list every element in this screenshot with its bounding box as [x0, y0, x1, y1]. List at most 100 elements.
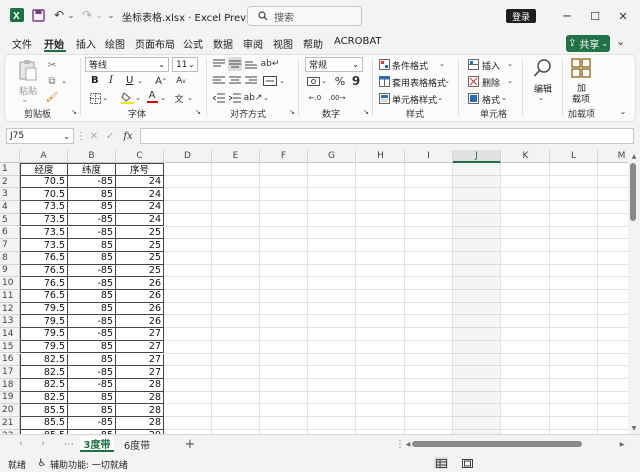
column-header-k[interactable]: K: [502, 150, 550, 163]
row-header[interactable]: 16: [0, 353, 20, 367]
phonetic-icon[interactable]: 文: [172, 92, 186, 105]
insert-cells-label[interactable]: 插入: [482, 59, 500, 72]
data-cell[interactable]: 76.5: [20, 264, 68, 278]
format-painter-icon[interactable]: 🖌: [46, 91, 59, 103]
wrap-text-icon[interactable]: ab↵: [261, 57, 280, 71]
redo-icon[interactable]: ↷: [80, 6, 94, 24]
share-button[interactable]: ⇪ 共享 ⌄: [566, 35, 610, 52]
normal-view-icon[interactable]: [434, 457, 448, 469]
splitter-icon[interactable]: ⋮: [76, 130, 86, 142]
row-header[interactable]: 1: [0, 163, 20, 176]
row-header[interactable]: 13: [0, 315, 20, 329]
row-header[interactable]: 18: [0, 378, 20, 392]
italic-button[interactable]: I: [109, 75, 113, 86]
row-header[interactable]: 21: [0, 417, 20, 430]
add-ins-label-line2[interactable]: 载项: [572, 92, 590, 105]
menu-formulas[interactable]: 公式: [183, 36, 203, 51]
cell-styles-icon[interactable]: [378, 92, 390, 104]
row-header[interactable]: 20: [0, 404, 20, 417]
data-cell[interactable]: 26: [116, 315, 164, 329]
data-cell[interactable]: 73.5: [20, 213, 68, 227]
menu-file[interactable]: 文件: [12, 36, 32, 51]
copy-dropdown-icon[interactable]: ⌄: [60, 75, 68, 87]
data-cell[interactable]: 24: [116, 188, 164, 202]
row-header[interactable]: 11: [0, 290, 20, 303]
insert-dropdown-icon[interactable]: ⌄: [506, 59, 514, 69]
menu-data[interactable]: 数据: [213, 36, 233, 51]
login-button[interactable]: 登录: [506, 9, 536, 23]
menu-help[interactable]: 帮助: [303, 36, 323, 51]
data-cell[interactable]: -85: [68, 315, 116, 329]
column-header-d[interactable]: D: [164, 150, 212, 163]
fill-color-icon[interactable]: [120, 92, 134, 104]
confirm-icon[interactable]: ✓: [104, 130, 116, 142]
orientation-dropdown-icon[interactable]: ⌄: [262, 93, 270, 103]
redo-dropdown-icon[interactable]: ⌄: [94, 6, 104, 24]
data-cell[interactable]: -85: [68, 264, 116, 278]
conditional-format-label[interactable]: 条件格式: [392, 59, 428, 72]
delete-cells-label[interactable]: 删除: [482, 76, 500, 89]
paste-dropdown-icon[interactable]: ⌄: [21, 95, 29, 105]
increase-indent-icon[interactable]: [228, 91, 242, 105]
collapse-ribbon-icon[interactable]: ⌄: [618, 106, 628, 116]
spreadsheet-grid[interactable]: A B C D E F G H I J K L M 1 2 3 4 5 6 7 8 9 10 11 12 13 14 15 16 17 18…: [0, 150, 628, 434]
delete-dropdown-icon[interactable]: ⌄: [506, 76, 514, 86]
next-sheet-icon[interactable]: ›: [38, 438, 48, 450]
scroll-right-icon[interactable]: ▶: [618, 438, 626, 450]
align-top-icon[interactable]: [212, 57, 226, 71]
orientation-icon[interactable]: ab↗: [244, 91, 263, 105]
sheet-menu-icon[interactable]: ⋯: [64, 438, 74, 450]
font-size-select[interactable]: 11 ⌄: [172, 57, 198, 72]
percent-button[interactable]: %: [334, 74, 346, 88]
data-cell[interactable]: 24: [116, 213, 164, 227]
merge-center-icon[interactable]: [262, 74, 278, 88]
alignment-launcher-icon[interactable]: ↘: [288, 108, 296, 116]
add-sheet-button[interactable]: +: [182, 436, 198, 452]
data-cell[interactable]: 28: [116, 378, 164, 392]
menu-page-layout[interactable]: 页面布局: [135, 36, 175, 51]
font-color-dropdown-icon[interactable]: ⌄: [159, 93, 167, 103]
font-color-icon[interactable]: A: [146, 90, 158, 104]
cut-icon[interactable]: ✂: [46, 59, 58, 71]
underline-dropdown-icon[interactable]: ⌄: [136, 76, 144, 86]
column-header-m[interactable]: M: [598, 150, 628, 163]
column-header-j[interactable]: J: [453, 150, 501, 163]
menu-view[interactable]: 视图: [273, 36, 293, 51]
borders-dropdown-icon[interactable]: ⌄: [101, 93, 109, 103]
format-as-table-dropdown-icon[interactable]: ⌄: [443, 76, 451, 86]
cancel-icon[interactable]: ✕: [88, 130, 100, 142]
data-cell[interactable]: 28: [116, 391, 164, 405]
data-cell[interactable]: 82.5: [20, 353, 68, 367]
number-launcher-icon[interactable]: ↘: [362, 108, 370, 116]
delete-cells-icon[interactable]: [467, 75, 479, 87]
row-header[interactable]: 19: [0, 391, 20, 405]
row-header[interactable]: 12: [0, 302, 20, 316]
borders-icon[interactable]: [89, 92, 101, 104]
page-layout-view-icon[interactable]: [460, 457, 474, 469]
data-cell[interactable]: 27: [116, 328, 164, 341]
undo-dropdown-icon[interactable]: ⌄: [66, 6, 76, 24]
column-header-c[interactable]: C: [116, 150, 164, 163]
data-cell[interactable]: 79.5: [20, 315, 68, 329]
row-header[interactable]: 8: [0, 251, 20, 265]
decrease-decimal-icon[interactable]: .00→: [328, 91, 346, 105]
decrease-indent-icon[interactable]: [212, 91, 226, 105]
data-cell[interactable]: -85: [68, 213, 116, 227]
data-cell[interactable]: 76.5: [20, 251, 68, 265]
data-cell[interactable]: 24: [116, 201, 164, 214]
data-cell[interactable]: 26: [116, 290, 164, 303]
data-cell[interactable]: 73.5: [20, 226, 68, 240]
column-header-a[interactable]: A: [20, 150, 68, 163]
align-center-icon[interactable]: [228, 74, 242, 88]
data-cell[interactable]: 25: [116, 251, 164, 265]
hscroll-splitter-icon[interactable]: ⋮: [395, 438, 405, 450]
underline-button[interactable]: U: [126, 75, 133, 86]
insert-function-icon[interactable]: fx: [120, 129, 136, 143]
data-cell[interactable]: 25: [116, 226, 164, 240]
data-cell[interactable]: 85: [68, 302, 116, 316]
search-input[interactable]: 搜索: [247, 6, 362, 26]
row-header[interactable]: 5: [0, 213, 20, 227]
data-cell[interactable]: 73.5: [20, 201, 68, 214]
data-cell[interactable]: -85: [68, 277, 116, 290]
format-cells-icon[interactable]: [467, 92, 479, 104]
